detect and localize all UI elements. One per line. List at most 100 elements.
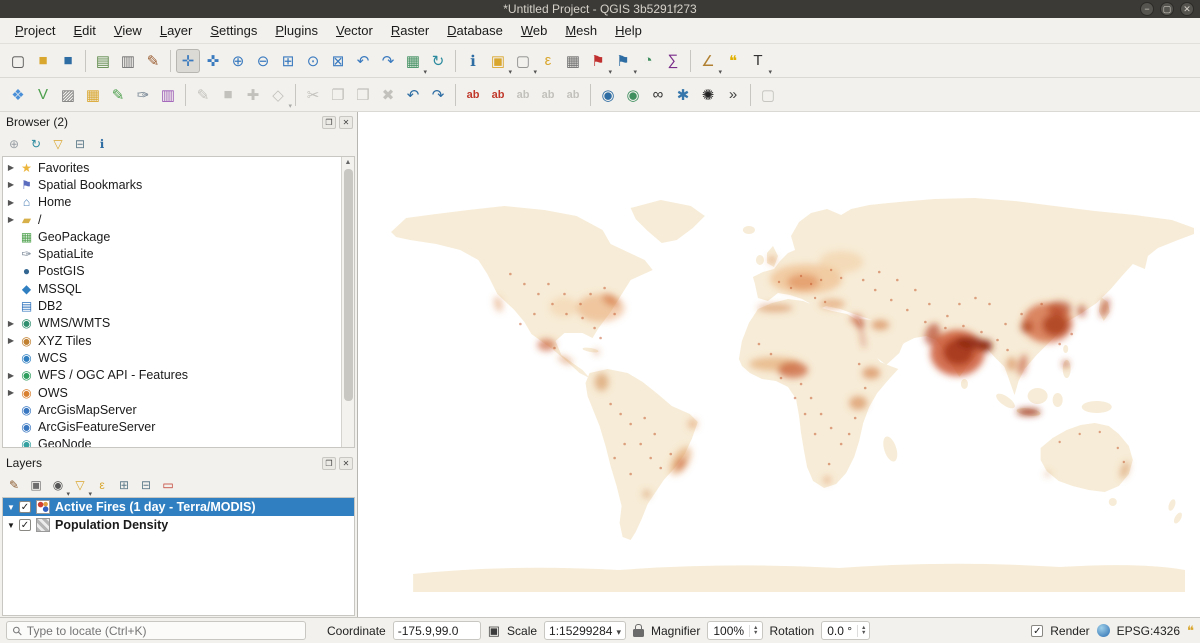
menu-raster[interactable]: Raster <box>382 19 438 42</box>
toolbar-overflow-button[interactable]: » <box>721 83 745 107</box>
open-layer-styling-button[interactable]: ✎ <box>4 475 24 495</box>
expand-arrow-icon[interactable]: ▶ <box>3 198 19 207</box>
menu-edit[interactable]: Edit <box>64 19 104 42</box>
binoculars-button[interactable]: ∞ <box>646 83 670 107</box>
style-manager-button[interactable]: ✎ <box>141 49 165 73</box>
chevron-down-icon[interactable] <box>616 624 621 638</box>
select-by-expression-button[interactable]: ε <box>536 49 560 73</box>
magnifier-spinbox[interactable]: 100% <box>707 621 762 640</box>
layers-close-icon[interactable] <box>339 457 353 470</box>
temporal-controller-button[interactable]: ◔ <box>636 49 660 73</box>
zoom-last-button[interactable]: ↶ <box>351 49 375 73</box>
browser-item-favorites[interactable]: ▶★Favorites <box>3 159 341 176</box>
menu-web[interactable]: Web <box>512 19 557 42</box>
statistical-summary-button[interactable]: ∑ <box>661 49 685 73</box>
menu-layer[interactable]: Layer <box>151 19 202 42</box>
cut-features-button[interactable]: ✂ <box>301 83 325 107</box>
add-feature-button[interactable]: ✚ <box>241 83 265 107</box>
identify-features-button[interactable]: ℹ <box>461 49 485 73</box>
zoom-next-button[interactable]: ↷ <box>376 49 400 73</box>
delete-selected-button[interactable]: ✖ <box>376 83 400 107</box>
scrollbar-thumb[interactable] <box>344 169 353 401</box>
zoom-in-button[interactable]: ⊕ <box>226 49 250 73</box>
add-selected-layers-button[interactable]: ⊕ <box>4 134 24 154</box>
expand-arrow-icon[interactable]: ▶ <box>3 215 19 224</box>
filter-by-expression-button[interactable]: ε <box>92 475 112 495</box>
menu-view[interactable]: View <box>105 19 151 42</box>
collapse-all-button[interactable]: ⊟ <box>70 134 90 154</box>
browser-close-icon[interactable] <box>339 116 353 129</box>
browser-scrollbar[interactable]: ▲ <box>341 157 354 447</box>
browser-undock-icon[interactable] <box>322 116 336 129</box>
menu-vector[interactable]: Vector <box>327 19 382 42</box>
menu-settings[interactable]: Settings <box>201 19 266 42</box>
open-project-button[interactable]: ■ <box>31 49 55 73</box>
new-project-button[interactable]: ▢ <box>6 49 30 73</box>
copy-features-button[interactable]: ❐ <box>326 83 350 107</box>
layer-row-population-density[interactable]: ▼✓Population Density <box>3 516 354 534</box>
menu-mesh[interactable]: Mesh <box>556 19 606 42</box>
layer-row-active-fires-1-day-terra-modis[interactable]: ▼✓Active Fires (1 day - Terra/MODIS) <box>3 498 354 516</box>
expand-arrow-icon[interactable]: ▶ <box>3 371 19 380</box>
new-geopackage-layer-button[interactable]: ▦ <box>81 83 105 107</box>
save-edits-button[interactable]: ■ <box>216 83 240 107</box>
processing-toolbox-button[interactable]: ▢ <box>756 83 780 107</box>
remove-layer-button[interactable]: ▭ <box>158 475 178 495</box>
measure-button[interactable]: ∠▾ <box>696 49 720 73</box>
browser-properties-button[interactable]: ℹ <box>92 134 112 154</box>
browser-item-home[interactable]: ▶⌂Home <box>3 194 341 211</box>
spinner-arrows-icon[interactable] <box>857 625 869 637</box>
browser-item-ows[interactable]: ▶◉OWS <box>3 384 341 401</box>
pan-to-selection-button[interactable]: ✜ <box>201 49 225 73</box>
zoom-to-selection-button[interactable]: ⊙ <box>301 49 325 73</box>
add-group-button[interactable]: ▣ <box>26 475 46 495</box>
redo-button[interactable]: ↷ <box>426 83 450 107</box>
title-bar[interactable]: *Untitled Project - QGIS 3b5291f273 −▢✕ <box>0 0 1200 18</box>
maximize-button[interactable]: ▢ <box>1160 2 1174 16</box>
browser-item-spatial-bookmarks[interactable]: ▶⚑Spatial Bookmarks <box>3 176 341 193</box>
map-canvas[interactable] <box>357 112 1200 617</box>
browser-item-geonode[interactable]: ◉GeoNode <box>3 436 341 448</box>
crs-status[interactable]: EPSG:4326 <box>1117 624 1180 638</box>
coordinate-input[interactable] <box>393 621 481 640</box>
metasearch-globe-button[interactable]: ◉ <box>596 83 620 107</box>
messages-icon[interactable] <box>1187 623 1194 639</box>
close-button[interactable]: ✕ <box>1180 2 1194 16</box>
expand-arrow-icon[interactable]: ▶ <box>3 319 19 328</box>
deselect-features-button[interactable]: ▢▾ <box>511 49 535 73</box>
scale-combo[interactable]: 1:15299284 <box>544 621 626 640</box>
python-console-button[interactable]: ✱ <box>671 83 695 107</box>
highlight-pinned-labels-button[interactable]: ab <box>511 83 535 107</box>
zoom-out-button[interactable]: ⊖ <box>251 49 275 73</box>
manage-map-themes-button[interactable]: ◉▾ <box>48 475 68 495</box>
menu-help[interactable]: Help <box>606 19 651 42</box>
filter-browser-button[interactable]: ▽ <box>48 134 68 154</box>
scroll-up-icon[interactable]: ▲ <box>345 157 352 168</box>
browser-item-geopackage[interactable]: ▦GeoPackage <box>3 228 341 245</box>
save-project-button[interactable]: ■ <box>56 49 80 73</box>
layer-visibility-checkbox[interactable]: ✓ <box>19 519 31 531</box>
layer-visibility-checkbox[interactable]: ✓ <box>19 501 31 513</box>
spinner-arrows-icon[interactable] <box>749 625 761 637</box>
refresh-map-button[interactable]: ↻ <box>426 49 450 73</box>
expand-arrow-icon[interactable]: ▶ <box>3 180 19 189</box>
browser-item-arcgisfeatureserver[interactable]: ◉ArcGisFeatureServer <box>3 418 341 435</box>
extent-icon[interactable] <box>488 623 500 639</box>
show-bookmarks-button[interactable]: ⚑▾ <box>611 49 635 73</box>
locate-input[interactable] <box>27 624 299 638</box>
add-vector-layer-button[interactable]: V <box>31 83 55 107</box>
map-tips-button[interactable]: ❝ <box>721 49 745 73</box>
refresh-browser-button[interactable]: ↻ <box>26 134 46 154</box>
select-features-button[interactable]: ▣▾ <box>486 49 510 73</box>
filter-legend-button[interactable]: ▽▾ <box>70 475 90 495</box>
change-label-button[interactable]: ab <box>561 83 585 107</box>
expand-all-button[interactable]: ⊞ <box>114 475 134 495</box>
rotation-spinbox[interactable]: 0.0 ° <box>821 621 870 640</box>
new-map-view-button[interactable]: ▦▾ <box>401 49 425 73</box>
browser-item-mssql[interactable]: ◆MSSQL <box>3 280 341 297</box>
open-attribute-table-button[interactable]: ▦ <box>561 49 585 73</box>
move-label-button[interactable]: ab <box>536 83 560 107</box>
browser-item-arcgismapserver[interactable]: ◉ArcGisMapServer <box>3 401 341 418</box>
vertex-tool-button[interactable]: ◇▾ <box>266 83 290 107</box>
expand-arrow-icon[interactable]: ▶ <box>3 388 19 397</box>
